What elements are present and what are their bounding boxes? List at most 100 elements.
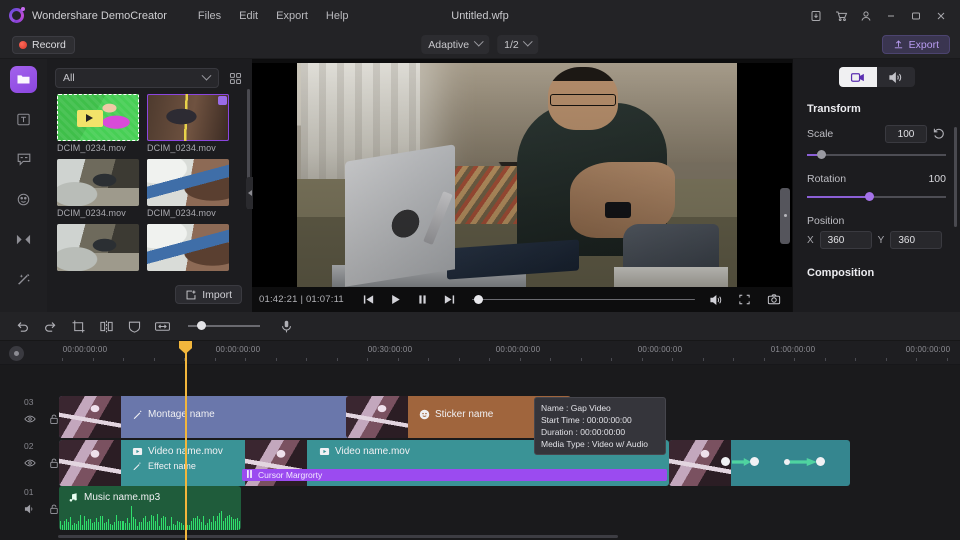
keyframe-dot[interactable] bbox=[721, 457, 730, 466]
timeline-record-icon[interactable] bbox=[9, 346, 24, 361]
media-item[interactable] bbox=[57, 224, 139, 271]
pause-button[interactable] bbox=[414, 291, 431, 308]
media-library-panel: All DCIM_0234.mov DCIM_0234.mov DCIM_023… bbox=[47, 59, 253, 312]
media-thumbnail[interactable] bbox=[57, 224, 139, 271]
menu-edit[interactable]: Edit bbox=[230, 7, 267, 25]
minimize-icon[interactable] bbox=[880, 5, 902, 27]
eye-icon[interactable] bbox=[24, 456, 36, 468]
clip-montage[interactable]: Montage name bbox=[59, 396, 358, 438]
effects-icon bbox=[17, 273, 29, 285]
tab-audio-properties[interactable] bbox=[876, 67, 915, 87]
crop-icon[interactable] bbox=[64, 312, 92, 341]
media-item[interactable] bbox=[147, 224, 229, 271]
sidebar-item-effects[interactable] bbox=[0, 259, 47, 299]
media-item[interactable]: DCIM_0234.mov bbox=[57, 94, 139, 153]
record-button[interactable]: Record bbox=[12, 35, 75, 54]
scale-input[interactable]: 100 bbox=[885, 125, 927, 143]
export-button[interactable]: Export bbox=[881, 35, 950, 54]
fullscreen-icon[interactable] bbox=[736, 291, 753, 308]
democreator-app-window: Wondershare DemoCreator Files Edit Expor… bbox=[0, 0, 960, 540]
play-button[interactable] bbox=[387, 291, 404, 308]
split-icon[interactable] bbox=[92, 312, 120, 341]
preview-scale-dropdown[interactable]: 1/2 bbox=[497, 35, 539, 54]
snapshot-icon[interactable] bbox=[765, 291, 782, 308]
media-thumbnail[interactable] bbox=[57, 94, 139, 141]
time-separator: | bbox=[300, 294, 304, 305]
clip-motion-keyframes[interactable] bbox=[669, 440, 850, 486]
inspector-scrollbar[interactable] bbox=[954, 127, 957, 227]
timeline-horizontal-scrollbar[interactable] bbox=[58, 535, 618, 538]
fit-icon[interactable] bbox=[148, 312, 176, 341]
media-thumbnail[interactable] bbox=[147, 159, 229, 206]
update-icon[interactable] bbox=[805, 5, 827, 27]
inspector-panel: Transform Scale 100 Rotation 100 Positio… bbox=[792, 59, 960, 312]
menu-help[interactable]: Help bbox=[317, 7, 358, 25]
scale-slider[interactable] bbox=[807, 149, 946, 161]
position-y-input[interactable]: 360 bbox=[890, 231, 943, 249]
maximize-icon[interactable] bbox=[905, 5, 927, 27]
import-button[interactable]: Import bbox=[175, 285, 242, 304]
preview-quality-controls: Adaptive 1/2 bbox=[421, 35, 539, 54]
next-frame-button[interactable] bbox=[441, 291, 458, 308]
close-icon[interactable] bbox=[930, 5, 952, 27]
sticker-badge-icon bbox=[418, 408, 430, 420]
menu-files[interactable]: Files bbox=[189, 7, 230, 25]
seek-knob[interactable] bbox=[474, 295, 484, 304]
cart-icon[interactable] bbox=[830, 5, 852, 27]
rotation-slider[interactable] bbox=[807, 191, 946, 203]
media-thumbnail[interactable] bbox=[147, 94, 229, 141]
panel-collapse-handle[interactable] bbox=[246, 177, 253, 209]
tab-video-properties[interactable] bbox=[838, 67, 877, 87]
seek-slider[interactable] bbox=[471, 293, 695, 307]
chevron-down-icon bbox=[201, 70, 212, 81]
media-grid[interactable]: DCIM_0234.mov DCIM_0234.mov DCIM_0234.mo… bbox=[47, 94, 252, 306]
position-x-input[interactable]: 360 bbox=[819, 231, 872, 249]
transition-icon bbox=[16, 234, 31, 244]
sidebar-item-transitions[interactable] bbox=[0, 219, 47, 259]
keyframe-dot[interactable] bbox=[816, 457, 825, 466]
prev-frame-button[interactable] bbox=[360, 291, 377, 308]
rotation-value[interactable]: 100 bbox=[928, 173, 946, 185]
media-item[interactable]: DCIM_0234.mov bbox=[57, 159, 139, 218]
media-thumbnail[interactable] bbox=[147, 224, 229, 271]
undo-icon[interactable] bbox=[8, 312, 36, 341]
sidebar-item-media-library[interactable] bbox=[0, 59, 47, 99]
cursor-bar-text: Cursor Margrorty bbox=[258, 470, 323, 480]
keyframe-dot[interactable] bbox=[750, 457, 759, 466]
eye-icon[interactable] bbox=[24, 412, 36, 424]
grid-view-icon[interactable] bbox=[226, 69, 244, 87]
redo-icon[interactable] bbox=[36, 312, 64, 341]
quality-dropdown[interactable]: Adaptive bbox=[421, 35, 490, 54]
sidebar-item-titles[interactable] bbox=[0, 99, 47, 139]
volume-icon[interactable] bbox=[707, 291, 724, 308]
scale-slider-knob[interactable] bbox=[816, 150, 826, 159]
chevron-down-icon bbox=[523, 36, 534, 47]
account-icon[interactable] bbox=[855, 5, 877, 27]
clip-thumbnail bbox=[59, 440, 121, 486]
zoom-knob[interactable] bbox=[197, 321, 206, 330]
keyframe-arrow-icon bbox=[732, 458, 751, 466]
clip-sticker[interactable]: Sticker name bbox=[346, 396, 571, 438]
keyframe-dot-small[interactable] bbox=[784, 459, 790, 465]
rotation-slider-knob[interactable] bbox=[865, 192, 875, 201]
microphone-icon[interactable] bbox=[272, 312, 300, 341]
sidebar-item-stickers[interactable] bbox=[0, 179, 47, 219]
media-thumbnail[interactable] bbox=[57, 159, 139, 206]
media-item[interactable]: DCIM_0234.mov bbox=[147, 94, 229, 153]
seek-track bbox=[471, 298, 695, 301]
speaker-icon[interactable] bbox=[24, 502, 36, 514]
media-filter-dropdown[interactable]: All bbox=[55, 68, 219, 88]
sidebar-item-captions[interactable] bbox=[0, 139, 47, 179]
clip-cursor-track[interactable]: Cursor Margrorty bbox=[242, 469, 667, 481]
reset-scale-icon[interactable] bbox=[932, 127, 946, 141]
preview-resize-handle[interactable] bbox=[780, 188, 790, 245]
scale-slider-track bbox=[807, 154, 946, 156]
media-item[interactable]: DCIM_0234.mov bbox=[147, 159, 229, 218]
clip-title: Music name.mp3 bbox=[67, 491, 160, 503]
menu-export[interactable]: Export bbox=[267, 7, 317, 25]
clip-audio-music[interactable]: Music name.mp3 bbox=[59, 486, 241, 530]
shield-icon[interactable] bbox=[120, 312, 148, 341]
timeline-ruler[interactable]: 00:00:00:00 00:00:00:00 00:30:00:00 00:0… bbox=[0, 341, 960, 365]
timeline-zoom-slider[interactable] bbox=[188, 319, 260, 333]
rotation-slider-fill bbox=[807, 196, 870, 198]
